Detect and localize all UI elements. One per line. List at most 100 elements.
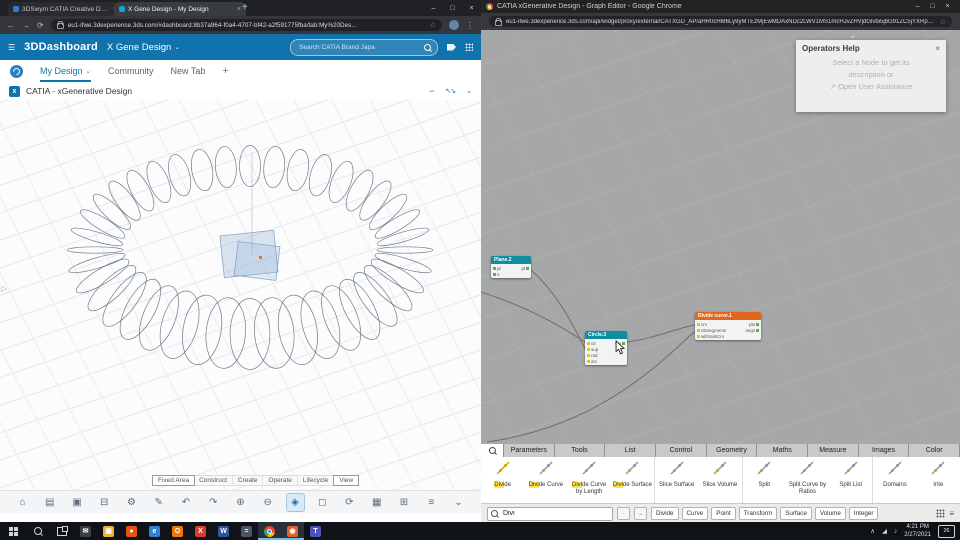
taskbar-app-opera[interactable]: O — [166, 522, 189, 540]
operator-search-input[interactable] — [501, 509, 595, 518]
operator-inte[interactable]: Inte — [917, 457, 960, 503]
taskbar-app-teams[interactable]: T — [304, 522, 327, 540]
jump-button[interactable]: → — [634, 507, 647, 520]
taskbar-clock[interactable]: 4:21 PM 2/27/2021 — [904, 523, 931, 539]
browser-menu-icon[interactable]: ⋮ — [466, 21, 474, 30]
output-pin[interactable] — [756, 328, 759, 332]
input-pin[interactable] — [587, 341, 590, 345]
grid-view-icon[interactable] — [936, 509, 946, 518]
category-tab-color[interactable]: Color — [909, 444, 960, 457]
layers-icon[interactable]: ≡ — [423, 494, 440, 511]
network-icon[interactable]: ◢ — [882, 527, 887, 535]
minimize-icon[interactable]: – — [424, 5, 443, 12]
menu-icon[interactable]: ☰ — [8, 43, 15, 52]
url-field[interactable]: eu1-ifwe.3dexperience.3ds.com/#dashboard… — [50, 19, 442, 31]
operator-search-field[interactable] — [487, 506, 613, 521]
profile-avatar[interactable] — [449, 20, 459, 30]
zoom-in-icon[interactable]: ⊕ — [232, 494, 249, 511]
tab-close-icon[interactable]: × — [237, 6, 241, 13]
print-icon[interactable]: ⊟ — [96, 494, 113, 511]
view-tab-operate[interactable]: Operate — [263, 476, 298, 485]
volume-icon[interactable]: ♪ — [894, 528, 897, 535]
category-tab-control[interactable]: Control — [656, 444, 707, 457]
filter-pill-point[interactable]: Point — [711, 507, 736, 520]
bookmark-star-icon[interactable]: ☆ — [940, 18, 946, 26]
operator-divide-curve[interactable]: Divide Curve — [524, 457, 567, 503]
close-icon[interactable]: × — [462, 5, 481, 12]
filter-pill-volume[interactable]: Volume — [814, 507, 846, 520]
taskbar-search-icon[interactable] — [26, 522, 50, 540]
help-close-icon[interactable]: × — [935, 44, 940, 53]
filter-pill-integer[interactable]: Integer — [848, 507, 879, 520]
tab-community[interactable]: Community — [108, 60, 154, 82]
tag-icon[interactable] — [447, 43, 456, 51]
category-tab-tools[interactable]: Tools — [554, 444, 606, 457]
input-pin[interactable] — [493, 272, 496, 276]
view-tab-lifecycle[interactable]: Lifecycle — [298, 476, 335, 485]
rotate-view-icon[interactable]: ⟳ — [341, 494, 358, 511]
operator-split-list[interactable]: Split List — [829, 457, 874, 503]
view-tab-construct[interactable]: Construct — [194, 476, 233, 485]
category-tab-parameters[interactable]: Parameters — [504, 444, 555, 457]
tab-new-tab[interactable]: New Tab — [170, 60, 205, 82]
views-icon[interactable]: ▦ — [368, 494, 385, 511]
output-pin[interactable] — [526, 266, 529, 270]
category-tab-images[interactable]: Images — [858, 444, 910, 457]
grid-icon[interactable]: ⊞ — [396, 494, 413, 511]
3d-viewport[interactable]: ▷ Fixed Area Construct Create Operate Lifecy… — [0, 100, 481, 490]
start-button[interactable] — [0, 522, 26, 540]
hidden-icons-chevron[interactable]: ∧ — [870, 527, 875, 535]
dashboard-search[interactable] — [290, 38, 438, 56]
display-icon[interactable]: ▤ — [41, 494, 58, 511]
maximize-icon[interactable]: □ — [925, 3, 940, 10]
redo-icon[interactable]: ↷ — [205, 494, 222, 511]
input-pin[interactable] — [587, 347, 590, 351]
minimize-icon[interactable]: – — [910, 3, 925, 10]
window-titlebar[interactable]: CATIA xGenerative Design - Graph Editor … — [481, 0, 960, 13]
undo-icon[interactable]: ↶ — [178, 494, 195, 511]
view-tab-create[interactable]: Create — [233, 476, 264, 485]
panel-expander-icon[interactable]: ▷ — [1, 284, 7, 293]
input-pin[interactable] — [587, 359, 590, 363]
view-tab-fixed-area[interactable]: Fixed Area — [152, 475, 196, 486]
filter-pill-transform[interactable]: Transform — [738, 507, 778, 520]
compass-icon[interactable] — [10, 64, 23, 78]
widget-collapse-icon[interactable]: ⌄ — [466, 87, 472, 95]
fit-view-icon[interactable]: ◻ — [314, 494, 331, 511]
operator-slice-surface[interactable]: Slice Surface — [655, 457, 698, 503]
workspace-selector[interactable]: X Gene Design ⌄ — [107, 42, 180, 53]
edit-icon[interactable]: ✎ — [150, 494, 167, 511]
new-tab-icon[interactable]: + — [242, 2, 248, 13]
open-user-assistance-link[interactable]: ↗ Open User Assistance — [796, 81, 946, 93]
category-tab-maths[interactable]: Maths — [757, 444, 809, 457]
widget-expand-icon[interactable]: ↖↘ — [445, 87, 456, 95]
operator-split-curve-by-ratios[interactable]: Split Curve by Ratios — [786, 457, 829, 503]
graph-node-divide-curve-1[interactable]: Divide curve.1 crv pts nbSegments segs withSu… — [695, 312, 761, 340]
save-icon[interactable]: ▣ — [69, 494, 86, 511]
filter-pill-curve[interactable]: Curve — [681, 507, 709, 520]
zoom-out-icon[interactable]: ⊖ — [259, 494, 276, 511]
more-icon[interactable]: ⌄ — [450, 494, 467, 511]
taskbar-app-app-x[interactable]: X — [189, 522, 212, 540]
category-tab-measure[interactable]: Measure — [808, 444, 859, 457]
operator-split[interactable]: Split — [743, 457, 786, 503]
bookmark-star-icon[interactable]: ☆ — [430, 21, 436, 29]
panel-chevron-icon[interactable]: ⌄ — [849, 31, 856, 40]
graph-canvas[interactable]: Plane.2ptplnCircle.3ctrcrvsupradarcDivid… — [481, 30, 960, 444]
reload-icon[interactable]: ⟳ — [37, 21, 44, 30]
tab-my-design[interactable]: My Design ⌄ — [40, 60, 91, 82]
add-tab-icon[interactable]: + — [222, 65, 228, 77]
pan-icon[interactable]: ◈ — [285, 492, 305, 512]
category-tab-geometry[interactable]: Geometry — [706, 444, 758, 457]
list-view-icon[interactable]: ≡ — [949, 509, 954, 518]
home-icon[interactable]: ⌂ — [14, 494, 31, 511]
apps-grid-icon[interactable] — [465, 43, 473, 51]
forward-icon[interactable]: → — [22, 21, 30, 30]
browser-tab-mydesign[interactable]: X Gene Design - My Design × — [114, 2, 246, 16]
settings-icon[interactable]: ⚙ — [123, 494, 140, 511]
input-pin[interactable] — [697, 334, 700, 338]
task-view-icon[interactable] — [50, 522, 74, 540]
taskbar-app-firefox[interactable]: ● — [120, 522, 143, 540]
graph-node-plane-2[interactable]: Plane.2 pt pl n — [491, 256, 531, 278]
input-pin[interactable] — [493, 266, 496, 270]
